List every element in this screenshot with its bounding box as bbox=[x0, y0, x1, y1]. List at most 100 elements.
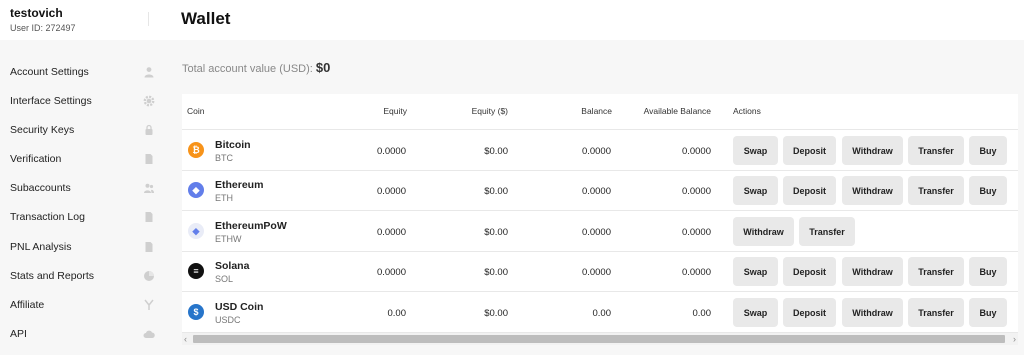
balance-value: 0.0000 bbox=[581, 267, 611, 278]
document-icon bbox=[145, 211, 153, 222]
sidebar-item-api[interactable]: API bbox=[0, 319, 168, 348]
deposit-button[interactable]: Deposit bbox=[783, 298, 836, 327]
available-balance-value: 0.0000 bbox=[681, 186, 711, 197]
coin-symbol: ETHW bbox=[215, 234, 242, 244]
equity-usd-value: $0.00 bbox=[484, 267, 508, 278]
top-bar: testovich User ID: 272497 Wallet bbox=[0, 0, 1024, 40]
sidebar-item-label: Verification bbox=[10, 152, 62, 165]
transfer-button[interactable]: Transfer bbox=[908, 298, 964, 327]
available-balance-value: 0.00 bbox=[692, 308, 712, 319]
user-info: testovich User ID: 272497 bbox=[10, 6, 150, 33]
scroll-left-arrow[interactable]: ‹ bbox=[184, 333, 187, 345]
total-account-value: Total account value (USD): $0 bbox=[182, 60, 330, 75]
equity-value: 0.00 bbox=[387, 308, 407, 319]
table-row: ◆ Ethereum ETH 0.0000 $0.00 0.0000 0.000… bbox=[182, 171, 1018, 211]
table-row: ₿ Bitcoin BTC 0.0000 $0.00 0.0000 0.0000… bbox=[182, 131, 1018, 171]
header-balance: Balance bbox=[581, 106, 612, 116]
transfer-button[interactable]: Transfer bbox=[908, 257, 964, 286]
sidebar-item-stats-and-reports[interactable]: Stats and Reports bbox=[0, 261, 168, 290]
equity-value: 0.0000 bbox=[376, 267, 406, 278]
withdraw-button[interactable]: Withdraw bbox=[842, 298, 903, 327]
document-icon bbox=[145, 241, 153, 252]
sidebar-item-label: API bbox=[10, 327, 27, 340]
header-available-balance: Available Balance bbox=[643, 106, 711, 116]
withdraw-button[interactable]: Withdraw bbox=[733, 217, 794, 246]
table-row: ≡ Solana SOL 0.0000 $0.00 0.0000 0.0000 … bbox=[182, 252, 1018, 292]
scroll-right-arrow[interactable]: › bbox=[1013, 333, 1016, 345]
transfer-button[interactable]: Transfer bbox=[908, 176, 964, 205]
available-balance-value: 0.0000 bbox=[681, 267, 711, 278]
withdraw-button[interactable]: Withdraw bbox=[842, 176, 903, 205]
swap-button[interactable]: Swap bbox=[733, 176, 778, 205]
lock-icon bbox=[145, 124, 153, 135]
swap-button[interactable]: Swap bbox=[733, 298, 778, 327]
buy-button[interactable]: Buy bbox=[969, 136, 1007, 165]
deposit-button[interactable]: Deposit bbox=[783, 136, 836, 165]
buy-button[interactable]: Buy bbox=[969, 298, 1007, 327]
equity-value: 0.0000 bbox=[376, 146, 406, 157]
sidebar-item-pnl-analysis[interactable]: PNL Analysis bbox=[0, 232, 168, 261]
coin-name: USD Coin bbox=[215, 301, 264, 313]
sidebar: Account Settings Interface Settings Secu… bbox=[0, 40, 168, 355]
available-balance-value: 0.0000 bbox=[681, 146, 711, 157]
bitcoin-icon: ₿ bbox=[188, 142, 204, 158]
scrollbar-thumb[interactable] bbox=[193, 335, 1005, 343]
coin-symbol: USDC bbox=[215, 315, 241, 325]
sidebar-item-label: PNL Analysis bbox=[10, 240, 72, 253]
sidebar-item-label: Account Settings bbox=[10, 65, 89, 78]
deposit-button[interactable]: Deposit bbox=[783, 257, 836, 286]
equity-usd-value: $0.00 bbox=[484, 308, 508, 319]
equity-usd-value: $0.00 bbox=[484, 146, 508, 157]
table-row: $ USD Coin USDC 0.00 $0.00 0.00 0.00 Swa… bbox=[182, 293, 1018, 333]
coin-name: Bitcoin bbox=[215, 139, 251, 151]
fork-icon bbox=[144, 299, 154, 310]
sidebar-item-label: Stats and Reports bbox=[10, 269, 95, 282]
buy-button[interactable]: Buy bbox=[969, 176, 1007, 205]
divider bbox=[148, 12, 149, 26]
swap-button[interactable]: Swap bbox=[733, 136, 778, 165]
sidebar-item-subaccounts[interactable]: Subaccounts bbox=[0, 173, 168, 202]
sidebar-item-transaction-log[interactable]: Transaction Log bbox=[0, 202, 168, 231]
available-balance-value: 0.0000 bbox=[681, 227, 711, 238]
header-coin: Coin bbox=[187, 106, 205, 116]
sidebar-item-verification[interactable]: Verification bbox=[0, 144, 168, 173]
cloud-icon bbox=[143, 330, 155, 338]
table-header: Coin Equity Equity ($) Balance Available… bbox=[182, 94, 1018, 130]
sidebar-item-label: Interface Settings bbox=[10, 94, 92, 107]
header-equity-usd: Equity ($) bbox=[471, 106, 508, 116]
sidebar-item-account-settings[interactable]: Account Settings bbox=[0, 57, 168, 86]
table-row: ◆ EthereumPoW ETHW 0.0000 $0.00 0.0000 0… bbox=[182, 212, 1018, 252]
document-icon bbox=[145, 153, 153, 164]
buy-button[interactable]: Buy bbox=[969, 257, 1007, 286]
horizontal-scrollbar[interactable]: ‹ › bbox=[182, 333, 1018, 345]
deposit-button[interactable]: Deposit bbox=[783, 176, 836, 205]
sidebar-item-affiliate[interactable]: Affiliate bbox=[0, 290, 168, 319]
coin-name: Solana bbox=[215, 260, 250, 272]
coin-symbol: BTC bbox=[215, 153, 233, 163]
users-icon bbox=[144, 183, 154, 193]
equity-usd-value: $0.00 bbox=[484, 227, 508, 238]
equity-usd-value: $0.00 bbox=[484, 186, 508, 197]
total-label: Total account value (USD): bbox=[182, 63, 313, 75]
balance-value: 0.0000 bbox=[581, 146, 611, 157]
coin-name: EthereumPoW bbox=[215, 220, 287, 232]
sidebar-item-label: Subaccounts bbox=[10, 181, 71, 194]
swap-button[interactable]: Swap bbox=[733, 257, 778, 286]
coin-symbol: ETH bbox=[215, 193, 233, 203]
pie-chart-icon bbox=[144, 270, 154, 281]
ethereum-icon: ◆ bbox=[188, 182, 204, 198]
balance-value: 0.00 bbox=[592, 308, 612, 319]
wallet-table: Coin Equity Equity ($) Balance Available… bbox=[182, 94, 1018, 334]
withdraw-button[interactable]: Withdraw bbox=[842, 136, 903, 165]
gear-icon bbox=[143, 95, 155, 106]
balance-value: 0.0000 bbox=[581, 227, 611, 238]
transfer-button[interactable]: Transfer bbox=[908, 136, 964, 165]
page-title: Wallet bbox=[181, 9, 231, 28]
equity-value: 0.0000 bbox=[376, 227, 406, 238]
header-actions: Actions bbox=[733, 106, 761, 116]
sidebar-item-interface-settings[interactable]: Interface Settings bbox=[0, 86, 168, 115]
transfer-button[interactable]: Transfer bbox=[799, 217, 855, 246]
withdraw-button[interactable]: Withdraw bbox=[842, 257, 903, 286]
sidebar-item-security-keys[interactable]: Security Keys bbox=[0, 115, 168, 144]
username: testovich bbox=[10, 6, 63, 20]
